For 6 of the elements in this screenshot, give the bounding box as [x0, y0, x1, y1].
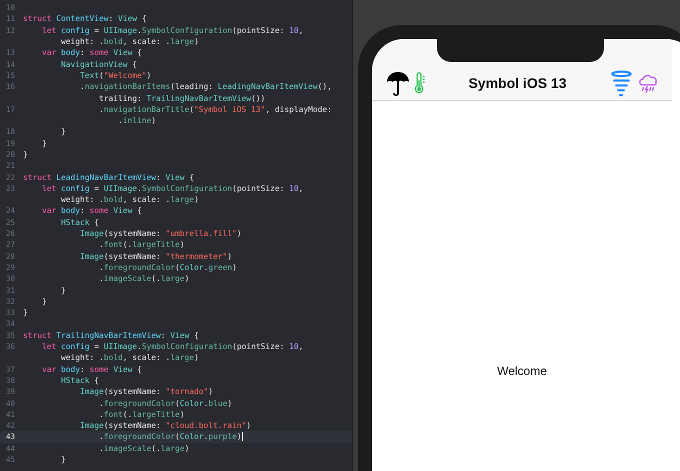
text-cursor	[242, 432, 243, 442]
navigation-title: Symbol iOS 13	[468, 75, 567, 91]
tornado-icon[interactable]	[608, 70, 633, 97]
cloud-bolt-rain-icon[interactable]	[636, 72, 659, 94]
umbrella-icon[interactable]	[386, 71, 410, 97]
welcome-text: Welcome	[497, 364, 547, 378]
